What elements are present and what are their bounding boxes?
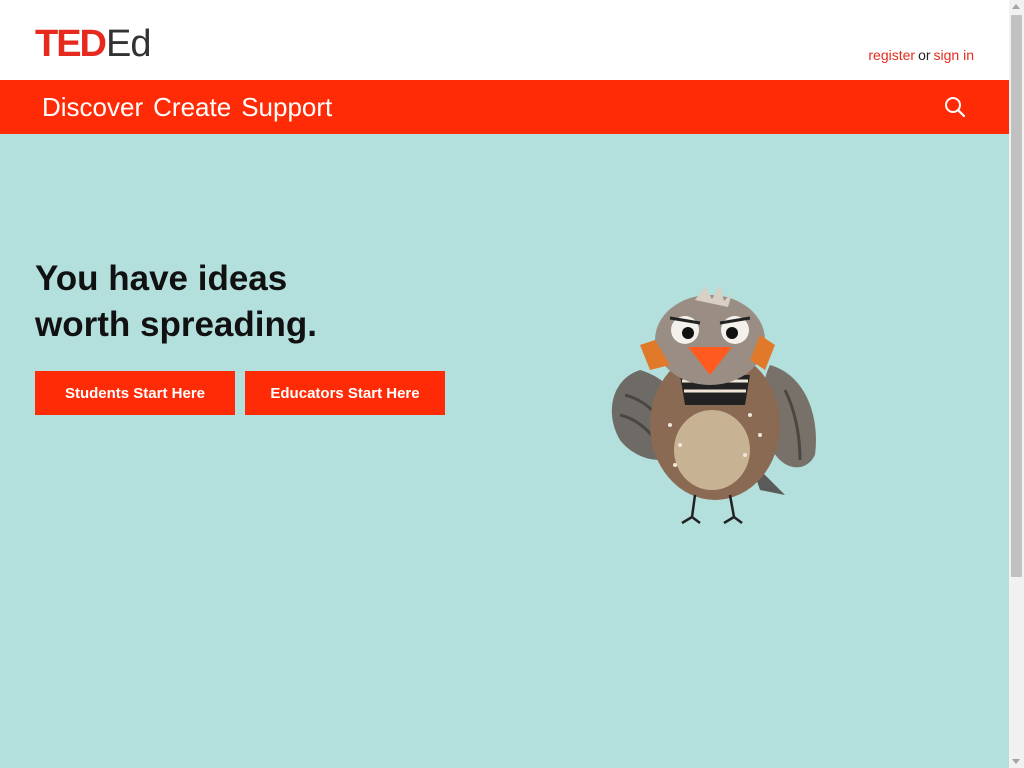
search-icon (945, 97, 966, 118)
hero-title-line-1: You have ideas (35, 259, 288, 298)
nav-create[interactable]: Create (153, 92, 231, 122)
bird-illustration (611, 285, 816, 525)
logo-ted-text: TED (35, 23, 107, 65)
main-nav: Discover Create Support (0, 80, 1009, 134)
top-header: TED Ed register or sign in (0, 0, 1009, 80)
register-link[interactable]: register (868, 47, 915, 63)
nav-links: Discover Create Support (42, 92, 332, 122)
scroll-thumb[interactable] (1011, 15, 1022, 577)
auth-links: register or sign in (868, 47, 974, 63)
students-start-button[interactable]: Students Start Here (35, 371, 235, 415)
educators-start-button[interactable]: Educators Start Here (245, 371, 445, 415)
vertical-scrollbar[interactable] (1009, 0, 1024, 768)
sign-in-link[interactable]: sign in (934, 47, 974, 63)
ted-ed-logo[interactable]: TED Ed (35, 23, 151, 65)
hero-title: You have ideas worth spreading. (35, 256, 455, 348)
hero-title-line-2: worth spreading. (35, 305, 317, 344)
search-button[interactable] (943, 95, 967, 119)
nav-support[interactable]: Support (241, 92, 332, 122)
nav-discover[interactable]: Discover (42, 92, 143, 122)
scroll-up-arrow-icon[interactable] (1012, 4, 1020, 9)
page: TED Ed register or sign in Discover Create… (0, 0, 1009, 768)
scroll-down-arrow-icon[interactable] (1012, 759, 1020, 764)
logo-ed-text: Ed (106, 23, 151, 65)
or-text: or (918, 47, 931, 63)
